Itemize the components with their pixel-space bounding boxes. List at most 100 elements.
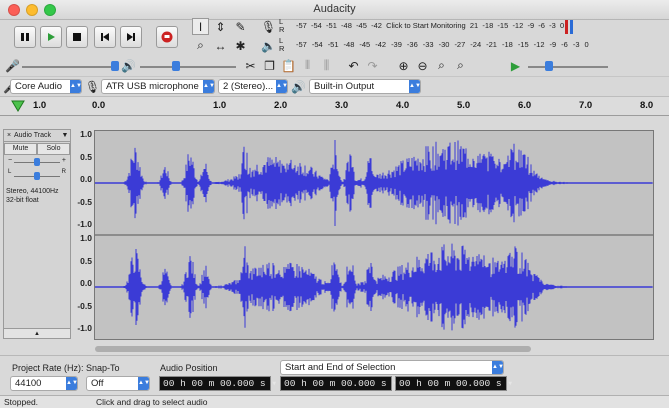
track-control-panel[interactable]: × Audio Track ▼ Mute Solo − + L R Stereo… xyxy=(3,129,71,339)
magnifier-icon: ⌕ xyxy=(197,38,204,52)
envelope-icon: ⇕ xyxy=(215,19,226,34)
solo-button[interactable]: Solo xyxy=(37,143,70,155)
mute-button[interactable]: Mute xyxy=(4,143,37,155)
ruler-tick-label: 1.0 xyxy=(33,100,47,111)
track-menu-chevron-icon[interactable]: ▼ xyxy=(60,130,70,141)
gain-slider[interactable]: − + xyxy=(4,155,70,169)
zoom-in-button[interactable]: ⊕ xyxy=(395,57,412,74)
pan-thumb[interactable] xyxy=(34,172,40,180)
audio-host-select[interactable]: Core Audio ▲▼ xyxy=(10,79,82,94)
triangle-up-icon: ▲ xyxy=(34,331,40,337)
record-button[interactable] xyxy=(156,26,178,48)
envelope-tool[interactable]: ⇕ xyxy=(212,18,229,35)
skip-to-start-button[interactable] xyxy=(94,26,116,48)
silence-icon: ⫼ xyxy=(323,58,330,72)
play-speed-slider[interactable] xyxy=(528,66,608,68)
ruler-tick-label: 6.0 xyxy=(518,100,532,111)
record-volume-slider[interactable] xyxy=(22,66,118,68)
cut-button[interactable]: ✂ xyxy=(242,57,259,74)
zoom-fit-selection-icon: ⌕ xyxy=(438,58,445,72)
fit-project-button[interactable]: ⌕ xyxy=(452,57,469,74)
play-at-speed-button[interactable]: ▶ xyxy=(507,57,524,74)
mixer-record-volume: 🎤 xyxy=(4,57,21,74)
chevron-down-icon: ▲▼ xyxy=(492,361,503,374)
undo-button[interactable]: ↶ xyxy=(345,57,362,74)
play-meter-tick: -27 xyxy=(454,40,466,49)
redo-button[interactable]: ↷ xyxy=(364,57,381,74)
horizontal-scrollbar[interactable] xyxy=(95,346,531,352)
clip-indicator xyxy=(565,20,568,34)
play-meter-tick: -3 xyxy=(572,40,580,49)
fit-selection-button[interactable]: ⌕ xyxy=(433,57,450,74)
trim-button[interactable]: ⫴ xyxy=(299,57,316,74)
amplitude-tick-label: 1.0 xyxy=(80,129,92,139)
time-format-menu-icon[interactable]: ▾ xyxy=(502,378,513,389)
microphone-small-icon: 🎤 xyxy=(5,58,20,73)
play-button[interactable] xyxy=(40,26,62,48)
amplitude-tick-label: 1.0 xyxy=(80,233,92,243)
audio-position-time[interactable]: 00 h 00 m 00.000 s ▾ xyxy=(159,376,277,391)
pan-slider[interactable]: L R xyxy=(4,169,70,183)
play-volume-thumb[interactable] xyxy=(172,61,180,71)
waveform-display[interactable] xyxy=(94,130,654,340)
silence-button[interactable]: ⫼ xyxy=(318,57,335,74)
play-meter-tick: 0 xyxy=(584,40,589,49)
ruler-tick-label: 3.0 xyxy=(335,100,349,111)
snap-to-select[interactable]: Off ▲▼ xyxy=(86,376,150,391)
scissors-icon: ✂ xyxy=(245,58,256,73)
zoom-out-button[interactable]: ⊖ xyxy=(414,57,431,74)
skip-to-end-button[interactable] xyxy=(120,26,142,48)
zoom-tool[interactable]: ⌕ xyxy=(192,37,209,54)
gain-thumb[interactable] xyxy=(34,158,40,166)
play-meter-tick: -15 xyxy=(517,40,529,49)
paste-button[interactable]: 📋 xyxy=(280,57,297,74)
timeline-ruler[interactable]: 1.0 0.0 1.0 2.0 3.0 4.0 5.0 6.0 7.0 8.0 xyxy=(0,96,669,116)
waveform[interactable] xyxy=(94,131,653,339)
selection-end-time[interactable]: 00 h 00 m 00.000 s ▾ xyxy=(395,376,513,391)
play-meter-tick: -42 xyxy=(375,40,387,49)
play-volume-slider[interactable] xyxy=(140,66,236,68)
amplitude-tick-label: 0.5 xyxy=(80,255,92,266)
skip-end-icon xyxy=(127,33,135,41)
window-title: Audacity xyxy=(313,3,356,15)
track-name-menu[interactable]: Audio Track xyxy=(14,130,60,141)
microphone-icon: 🎙 xyxy=(260,19,277,34)
ruler-tick-label: 8.0 xyxy=(640,100,654,111)
project-rate-select[interactable]: 44100 ▲▼ xyxy=(10,376,78,391)
time-shift-tool[interactable]: ↔ xyxy=(212,37,229,54)
multi-tool[interactable]: ✱ xyxy=(232,37,249,54)
play-meter-tick: -12 xyxy=(533,40,545,49)
collapse-track-button[interactable]: ▲ xyxy=(4,328,70,338)
record-meter-button[interactable]: 🎙 xyxy=(260,18,277,35)
close-track-icon[interactable]: × xyxy=(4,130,14,141)
stop-button[interactable] xyxy=(66,26,88,48)
track-area[interactable]: × Audio Track ▼ Mute Solo − + L R Stereo… xyxy=(0,123,669,352)
selection-mode-select[interactable]: Start and End of Selection ▲▼ xyxy=(280,360,504,375)
record-volume-thumb[interactable] xyxy=(111,61,119,71)
input-channels-select[interactable]: 2 (Stereo)... ▲▼ xyxy=(218,79,288,94)
play-meter-button[interactable]: 🔈 xyxy=(260,37,277,54)
play-speed-thumb[interactable] xyxy=(545,61,553,71)
selection-tool[interactable]: I xyxy=(192,18,209,35)
amplitude-tick-label: 0.5 xyxy=(80,151,92,162)
pause-button[interactable] xyxy=(14,26,36,48)
copy-icon: ❐ xyxy=(264,58,275,73)
play-meter-tick: -51 xyxy=(327,40,339,49)
play-meter-scale[interactable]: -57 -54 -51 -48 -45 -42 -39 -36 -33 -30 -27 -24 -21-… xyxy=(296,40,594,49)
device-toolbar: 🎤 Core Audio▲▼ 🎙 ATR USB microphone▲▼ 2 … xyxy=(0,76,669,96)
output-device-select[interactable]: Built-in Output ▲▼ xyxy=(309,79,421,94)
track-bit-depth: 32-bit float xyxy=(6,197,39,204)
amplitude-tick-label: -0.5 xyxy=(77,196,92,207)
clipboard-icon: 📋 xyxy=(281,58,296,73)
skip-start-icon xyxy=(101,33,109,41)
record-meter-scale[interactable]: -57 -54 -51 -48 -45 -42 Click to Start M… xyxy=(296,21,564,30)
monitoring-prompt[interactable]: Click to Start Monitoring xyxy=(386,21,466,30)
double-arrow-icon: ↔ xyxy=(214,38,227,53)
draw-tool[interactable]: ✎ xyxy=(232,18,249,35)
selection-start-time[interactable]: 00 h 00 m 00.000 s ▾ xyxy=(280,376,398,391)
copy-button[interactable]: ❐ xyxy=(261,57,278,74)
time-format-menu-icon[interactable]: ▾ xyxy=(266,378,277,389)
input-device-select[interactable]: ATR USB microphone ▲▼ xyxy=(101,79,215,94)
zoom-fit-project-icon: ⌕ xyxy=(457,58,464,72)
play-head-icon[interactable] xyxy=(11,100,25,112)
